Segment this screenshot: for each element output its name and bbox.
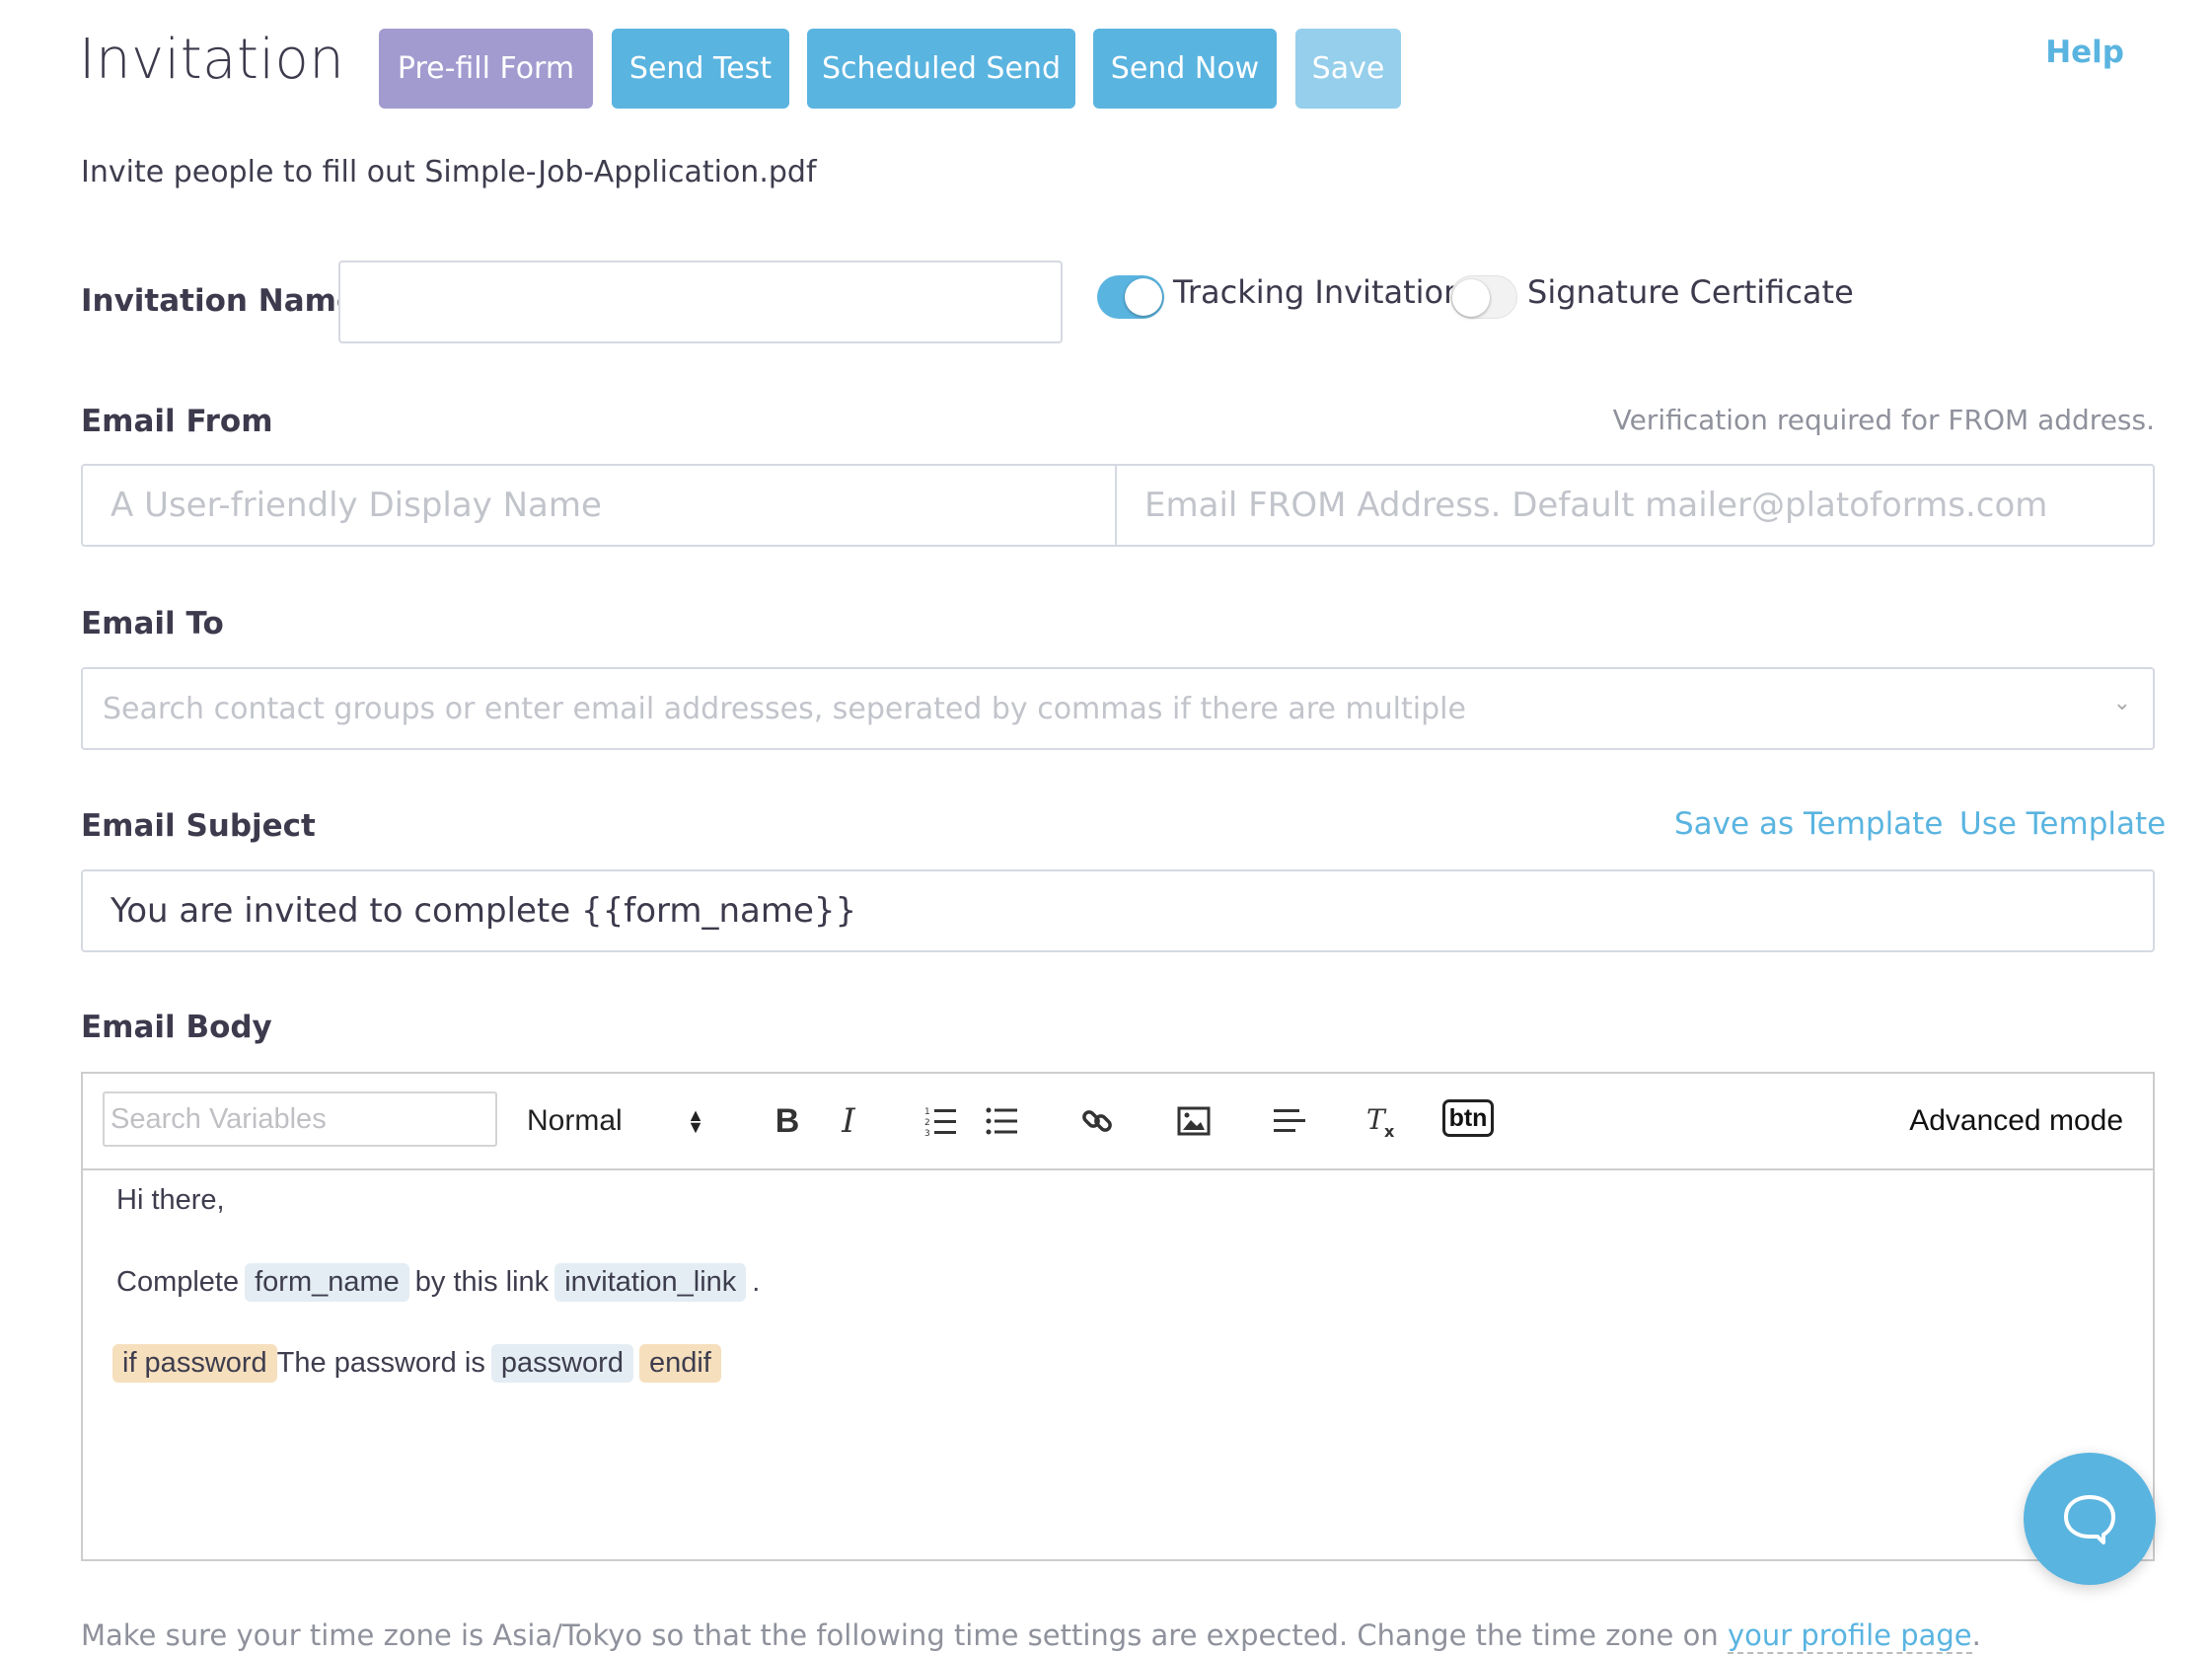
email-from-label: Email From [81,404,273,439]
link-icon[interactable] [1075,1097,1119,1145]
svg-text:1: 1 [924,1107,930,1117]
email-from-hint: Verification required for FROM address. [1612,404,2155,436]
invitation-name-label: Invitation Name [81,283,357,319]
help-link[interactable]: Help [2045,35,2124,70]
search-variables-placeholder: Search Variables [111,1102,327,1135]
body-text: The password is [276,1347,485,1379]
format-select-value: Normal [527,1104,623,1137]
advanced-mode-toggle[interactable]: Advanced mode [1909,1097,2123,1145]
timezone-note-text: Make sure your time zone is Asia/Tokyo s… [81,1618,1728,1652]
svg-text:3: 3 [924,1129,930,1138]
image-icon[interactable] [1172,1097,1216,1145]
editor-toolbar: Search Variables Normal ▲ ▼ B I 123 Tx bt… [83,1074,2153,1170]
profile-page-link[interactable]: your profile page [1727,1618,1972,1654]
ordered-list-icon[interactable]: 123 [920,1097,963,1145]
body-text: . [752,1266,761,1298]
italic-icon[interactable]: I [827,1097,870,1145]
tracking-invitation-toggle[interactable] [1097,275,1164,319]
chat-bubble-icon [2064,1495,2115,1544]
body-line-link: Complete form_name by this link invitation_… [116,1263,760,1302]
chevron-down-icon[interactable]: ⌄ [2113,691,2131,715]
bullet-list-icon[interactable] [981,1097,1024,1145]
email-subject-label: Email Subject [81,808,316,844]
condition-chip[interactable]: if password [112,1344,277,1383]
timezone-note: Make sure your time zone is Asia/Tokyo s… [81,1618,1981,1654]
signature-certificate-label: Signature Certificate [1527,273,1854,311]
clear-format-icon[interactable]: Tx [1360,1097,1407,1145]
invitation-name-input[interactable] [338,261,1063,343]
email-to-label: Email To [81,606,224,641]
svg-text:2: 2 [924,1118,930,1128]
body-greeting: Hi there, [116,1184,225,1216]
svg-text:x: x [1384,1122,1395,1139]
email-body-editor[interactable]: Search Variables Normal ▲ ▼ B I 123 Tx bt… [81,1072,2155,1561]
page-subtitle: Invite people to fill out Simple-Job-App… [81,155,817,189]
body-text: by this link [414,1266,550,1298]
insert-button-icon[interactable]: btn [1442,1099,1494,1137]
toggle-knob [1125,278,1162,316]
display-name-input[interactable]: A User-friendly Display Name [81,464,1117,547]
toggle-knob [1452,279,1490,317]
format-select[interactable]: Normal ▲ ▼ [527,1097,724,1145]
align-icon[interactable] [1267,1097,1310,1145]
signature-certificate-toggle[interactable] [1450,275,1517,319]
display-name-placeholder: A User-friendly Display Name [111,486,602,525]
timezone-note-end: . [1971,1618,1981,1652]
send-test-button[interactable]: Send Test [612,29,789,109]
from-address-input[interactable]: Email FROM Address. Default mailer@plato… [1115,464,2155,547]
tracking-invitation-label: Tracking Invitation [1173,273,1464,311]
body-line-password: if password The password is password endif [112,1344,727,1383]
prefill-form-button[interactable]: Pre-fill Form [379,29,593,109]
email-to-select[interactable]: Search contact groups or enter email add… [81,667,2155,750]
chat-button[interactable] [2024,1453,2156,1585]
send-now-button[interactable]: Send Now [1093,29,1277,109]
sort-arrows-icon: ▲ ▼ [687,1105,704,1137]
search-variables-input[interactable]: Search Variables [103,1091,497,1147]
from-address-placeholder: Email FROM Address. Default mailer@plato… [1144,486,2048,525]
condition-chip[interactable]: endif [638,1344,721,1383]
variable-chip[interactable]: invitation_link [554,1263,747,1302]
email-subject-value: You are invited to complete {{form_name}… [111,891,857,931]
email-subject-input[interactable]: You are invited to complete {{form_name}… [81,869,2155,952]
page-title: Invitation [79,28,345,92]
use-template-link[interactable]: Use Template [1959,806,2166,842]
bold-icon[interactable]: B [766,1097,809,1145]
save-as-template-link[interactable]: Save as Template [1674,806,1943,842]
body-text: Complete [116,1266,240,1298]
email-body-label: Email Body [81,1010,272,1045]
variable-chip[interactable]: password [490,1344,633,1383]
scheduled-send-button[interactable]: Scheduled Send [807,29,1075,109]
variable-chip[interactable]: form_name [245,1263,409,1302]
save-button[interactable]: Save [1295,29,1401,109]
email-to-placeholder: Search contact groups or enter email add… [103,691,1466,726]
